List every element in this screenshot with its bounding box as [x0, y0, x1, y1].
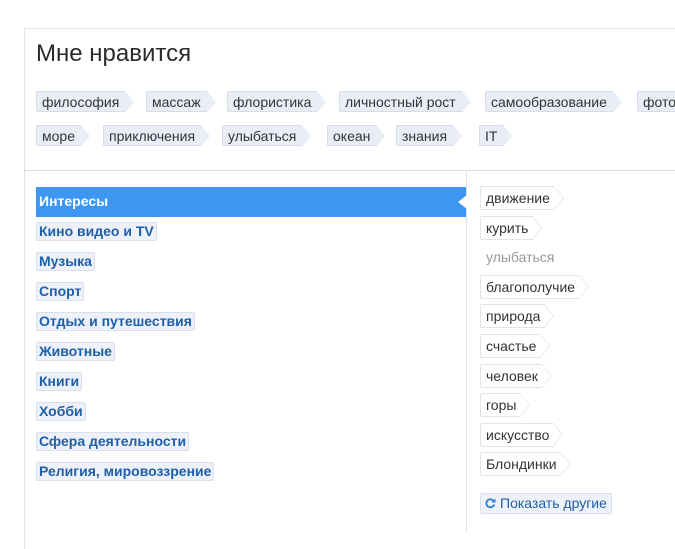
category-item-religion[interactable]: Религия, мировоззрение	[36, 457, 466, 487]
suggestion-label: счастье	[480, 333, 551, 358]
category-label: Сфера деятельности	[36, 432, 190, 451]
suggestion-item[interactable]: благополучие	[480, 274, 675, 305]
category-item-hobby[interactable]: Хобби	[36, 397, 466, 427]
category-label: Музыка	[36, 252, 95, 271]
suggestion-label: человек	[480, 363, 552, 388]
suggestion-item[interactable]: Блондинки	[480, 452, 675, 482]
column-divider	[466, 171, 467, 532]
suggestion-label: улыбаться	[480, 245, 559, 270]
category-item-occupation[interactable]: Сфера деятельности	[36, 427, 466, 457]
category-item-travel[interactable]: Отдых и путешествия	[36, 307, 466, 337]
section-divider	[24, 170, 675, 171]
suggestion-item[interactable]: движение	[480, 186, 675, 216]
tag[interactable]: океан	[327, 125, 386, 147]
suggestion-label: горы	[480, 393, 531, 418]
show-more-label: Показать другие	[500, 495, 607, 511]
category-item-animals[interactable]: Животные	[36, 337, 466, 367]
suggestion-list: движение курить улыбаться благополучие п…	[480, 186, 675, 482]
category-label: Книги	[36, 372, 83, 391]
category-label: Спорт	[36, 282, 85, 301]
refresh-icon	[484, 495, 496, 509]
tag[interactable]: фото	[637, 91, 675, 112]
suggestion-label: искусство	[480, 422, 564, 447]
tag[interactable]: философия	[36, 91, 135, 113]
category-label: Животные	[36, 342, 115, 361]
tag[interactable]: улыбаться	[222, 125, 312, 147]
tag[interactable]: приключения	[103, 125, 211, 147]
tag[interactable]: знания	[396, 125, 463, 147]
tag[interactable]: флористика	[227, 91, 327, 113]
category-label: Интересы	[39, 193, 109, 209]
category-label: Хобби	[36, 402, 86, 421]
page-title: Мне нравится	[36, 40, 192, 67]
suggestion-label: природа	[480, 304, 555, 329]
category-list: Интересы Кино видео и TV Музыка Спорт От…	[36, 187, 467, 487]
category-label: Религия, мировоззрение	[36, 462, 215, 481]
suggestion-label: Блондинки	[480, 452, 571, 477]
suggestion-item[interactable]: горы	[480, 393, 675, 423]
tag[interactable]: море	[36, 125, 90, 147]
suggestion-label: благополучие	[480, 274, 590, 299]
suggestion-item[interactable]: счастье	[480, 333, 675, 364]
show-more-button[interactable]: Показать другие	[480, 493, 612, 514]
category-item-music[interactable]: Музыка	[36, 247, 466, 277]
suggestion-item[interactable]: курить	[480, 215, 675, 246]
suggestion-item[interactable]: искусство	[480, 422, 675, 453]
tag[interactable]: массаж	[146, 91, 216, 113]
category-label: Отдых и путешествия	[36, 312, 195, 331]
suggestion-label: курить	[480, 215, 543, 240]
suggestion-label: движение	[480, 186, 564, 210]
tag[interactable]: IT	[479, 125, 514, 147]
suggestion-item-added: улыбаться	[480, 245, 675, 275]
category-label: Кино видео и TV	[36, 222, 157, 241]
category-item-interests[interactable]: Интересы	[36, 187, 467, 217]
category-item-sport[interactable]: Спорт	[36, 277, 466, 307]
suggestion-item[interactable]: человек	[480, 363, 675, 394]
category-item-books[interactable]: Книги	[36, 367, 466, 397]
tag[interactable]: самообразование	[485, 91, 622, 113]
category-item-movies[interactable]: Кино видео и TV	[36, 217, 466, 247]
tag[interactable]: личностный рост	[339, 91, 471, 113]
suggestion-item[interactable]: природа	[480, 304, 675, 334]
